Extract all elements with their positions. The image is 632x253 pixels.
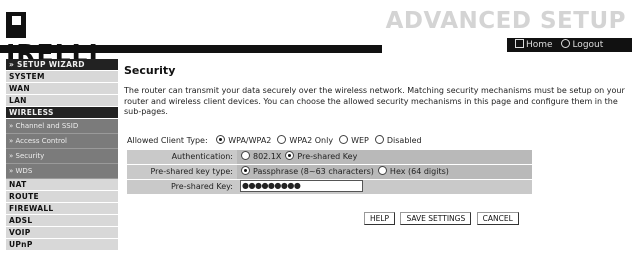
client-type-option-3[interactable]: Disabled (369, 135, 422, 145)
psk-type-label: Pre-shared key type: (127, 165, 237, 179)
auth-options: 802.1X Pre-shared Key (237, 150, 532, 164)
sidebar-item-security[interactable]: » Security (6, 149, 118, 164)
pirelli-logo: IRELLI (6, 12, 112, 68)
sidebar-item-lan[interactable]: LAN (6, 95, 118, 107)
sidebar-item-wireless[interactable]: WIRELESS (6, 107, 118, 119)
sidebar-item-wds[interactable]: » WDS (6, 164, 118, 179)
sidebar-item-firewall[interactable]: FIREWALL (6, 203, 118, 215)
psk-input[interactable]: ●●●●●●●●● (240, 180, 363, 192)
psk-value-cell: ●●●●●●●●● (237, 180, 532, 194)
top-links: Home Logout (507, 38, 632, 52)
psk-type-radio[interactable] (241, 166, 250, 175)
psk-label: Pre-shared Key: (127, 180, 237, 194)
client-type-radio[interactable] (339, 135, 349, 144)
sidebar-item-route[interactable]: ROUTE (6, 191, 118, 203)
psk-row: Pre-shared Key: ●●●●●●●●● (127, 180, 532, 195)
client-type-option-label: Disabled (386, 136, 422, 145)
auth-option-0[interactable]: 802.1X (237, 151, 282, 161)
client-type-radio[interactable] (277, 135, 287, 144)
client-type-option-label: WPA2 Only (289, 136, 334, 145)
logout-label: Logout (572, 40, 604, 50)
header-bar (0, 45, 382, 53)
client-type-label: Allowed Client Type: (127, 136, 208, 145)
psk-type-option-0[interactable]: Passphrase (8~63 characters) (237, 166, 374, 176)
main-content: Security The router can transmit your da… (124, 64, 628, 225)
auth-row: Authentication: 802.1X Pre-shared Key (127, 150, 532, 165)
save-settings-button[interactable]: SAVE SETTINGS (400, 212, 472, 225)
auth-option-label: Pre-shared Key (297, 152, 358, 161)
client-type-option-0[interactable]: WPA/WPA2 (210, 135, 272, 145)
auth-radio[interactable] (241, 151, 250, 160)
help-button[interactable]: HELP (364, 212, 396, 225)
sidebar-item-channel-and-ssid[interactable]: » Channel and SSID (6, 119, 118, 134)
sidebar-nav: » SETUP WIZARD SYSTEM WAN LAN WIRELESS» Chan… (6, 59, 118, 251)
sidebar-item-system[interactable]: SYSTEM (6, 71, 118, 83)
cancel-button[interactable]: CANCEL (476, 212, 519, 225)
client-type-radio[interactable] (374, 135, 384, 144)
auth-label: Authentication: (127, 150, 237, 164)
logout-icon (561, 39, 571, 48)
security-settings-table: Authentication: 802.1X Pre-shared Key Pre-… (127, 150, 532, 195)
page-description: The router can transmit your data secure… (124, 86, 625, 116)
auth-option-1[interactable]: Pre-shared Key (281, 151, 358, 161)
logout-link[interactable]: Logout (555, 38, 603, 52)
logo-p-mark (6, 12, 26, 38)
home-link[interactable]: Home (507, 38, 553, 52)
sidebar-item-setup-wizard[interactable]: » SETUP WIZARD (6, 59, 118, 71)
psk-type-row: Pre-shared key type: Passphrase (8~63 cha… (127, 165, 532, 180)
psk-type-option-1[interactable]: Hex (64 digits) (374, 166, 449, 176)
home-icon (515, 39, 524, 48)
psk-type-options: Passphrase (8~63 characters) Hex (64 digi… (237, 165, 532, 179)
page: IRELLI ADVANCED SETUP Home Logout » SETU… (0, 0, 632, 253)
auth-radio[interactable] (285, 151, 295, 160)
client-type-radio[interactable] (216, 135, 226, 144)
sidebar-item-wan[interactable]: WAN (6, 83, 118, 95)
client-type-option-1[interactable]: WPA2 Only (271, 135, 334, 145)
sidebar-item-adsl[interactable]: ADSL (6, 215, 118, 227)
sidebar-item-voip[interactable]: VOIP (6, 227, 118, 239)
psk-type-option-label: Hex (64 digits) (389, 167, 449, 176)
sidebar-item-access-control[interactable]: » Access Control (6, 134, 118, 149)
page-header-title: ADVANCED SETUP (385, 8, 626, 34)
client-type-option-label: WPA/WPA2 (228, 136, 272, 145)
sidebar-item-nat[interactable]: NAT (6, 179, 118, 191)
psk-type-radio[interactable] (377, 166, 387, 175)
client-type-option-2[interactable]: WEP (333, 135, 369, 145)
page-title: Security (124, 64, 176, 77)
action-buttons: HELP SAVE SETTINGS CANCEL (364, 212, 522, 225)
client-type-row: Allowed Client Type: WPA/WPA2 WPA2 Only WE… (127, 135, 422, 145)
sidebar-item-upnp[interactable]: UPnP (6, 239, 118, 251)
home-label: Home (526, 40, 553, 50)
auth-option-label: 802.1X (253, 152, 282, 161)
client-type-option-label: WEP (351, 136, 369, 145)
psk-type-option-label: Passphrase (8~63 characters) (253, 167, 374, 176)
